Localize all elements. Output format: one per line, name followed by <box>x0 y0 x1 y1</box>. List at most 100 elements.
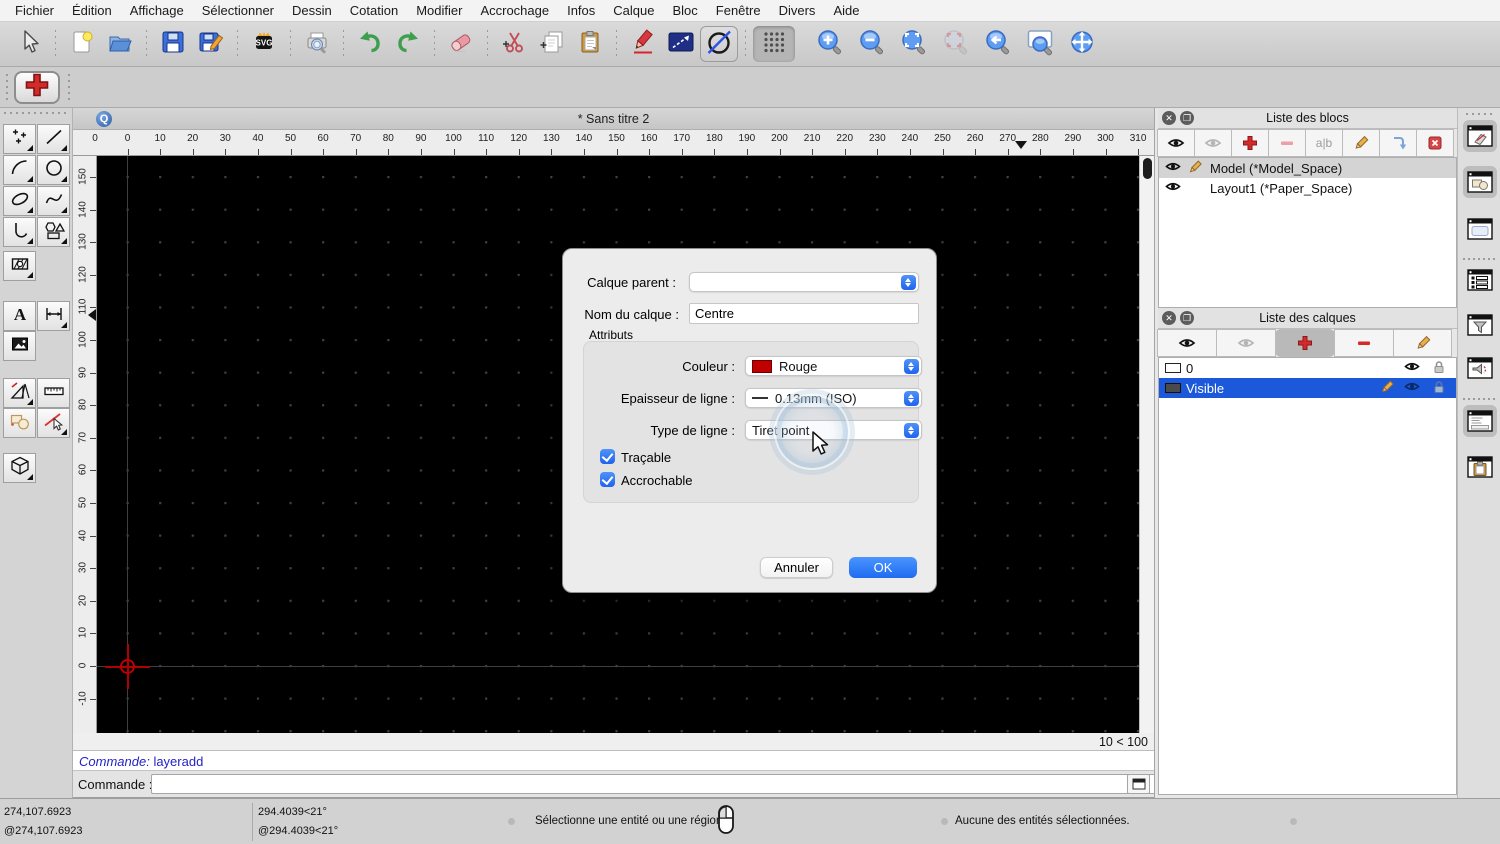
spline-tool-button[interactable] <box>37 186 70 216</box>
save-as-button[interactable] <box>192 26 230 62</box>
reference-panel-button[interactable] <box>1463 352 1497 384</box>
save-button[interactable] <box>154 26 192 62</box>
show-all-blocks-button[interactable] <box>1157 129 1195 157</box>
menu-item-cotation[interactable]: Cotation <box>341 3 407 18</box>
menu-item-edition[interactable]: Édition <box>63 3 121 18</box>
menu-item-infos[interactable]: Infos <box>558 3 604 18</box>
projection-tool-button[interactable] <box>3 378 36 408</box>
solid-tool-button[interactable] <box>3 453 36 483</box>
grid-toggle-button[interactable] <box>753 26 795 62</box>
visibility-eye-icon[interactable] <box>1165 160 1181 176</box>
undo-button[interactable] <box>351 26 389 62</box>
zoom-out-button[interactable] <box>851 26 893 62</box>
snappable-checkbox[interactable] <box>600 472 615 487</box>
layer-name-input[interactable] <box>689 303 919 324</box>
edit-layer-button[interactable] <box>1393 329 1452 357</box>
menu-item-dessin[interactable]: Dessin <box>283 3 341 18</box>
library-panel-button[interactable] <box>1463 213 1497 245</box>
hide-all-layers-button[interactable] <box>1216 329 1276 357</box>
visibility-eye-icon[interactable] <box>1404 380 1420 396</box>
menu-item-divers[interactable]: Divers <box>770 3 825 18</box>
menu-item-affichage[interactable]: Affichage <box>121 3 193 18</box>
block-row-model[interactable]: Model (*Model_Space) <box>1159 158 1456 178</box>
rename-block-button[interactable]: a|b <box>1305 129 1343 157</box>
canvas-vertical-scrollbar[interactable] <box>1139 156 1154 733</box>
block-list-panel-button[interactable] <box>1463 166 1497 198</box>
arc-tool-button[interactable] <box>3 155 36 185</box>
ok-button[interactable]: OK <box>849 557 917 578</box>
open-file-button[interactable] <box>101 26 139 62</box>
menu-item-selectionner[interactable]: Sélectionner <box>193 3 283 18</box>
menu-item-fenetre[interactable]: Fenêtre <box>707 3 770 18</box>
print-preview-button[interactable] <box>298 26 336 62</box>
erase-button[interactable] <box>442 26 480 62</box>
polyline-tool-button[interactable] <box>3 217 36 247</box>
zoom-selection-button[interactable] <box>935 26 977 62</box>
new-file-button[interactable] <box>63 26 101 62</box>
purge-block-button[interactable] <box>1416 129 1454 157</box>
menu-item-modifier[interactable]: Modifier <box>407 3 471 18</box>
pencil-draw-button[interactable] <box>624 26 662 62</box>
block-row-layout1[interactable]: Layout1 (*Paper_Space) <box>1159 178 1456 198</box>
add-layer-tool-indicator[interactable] <box>14 71 60 104</box>
blocks-tool-button[interactable] <box>3 408 36 438</box>
modify-tool-button[interactable] <box>37 408 70 438</box>
command-line-panel-button[interactable] <box>1463 405 1497 437</box>
lock-icon[interactable] <box>1432 380 1446 397</box>
clipboard-panel-button[interactable] <box>1463 451 1497 483</box>
zoom-auto-button[interactable] <box>893 26 935 62</box>
zoom-window-button[interactable] <box>1019 26 1061 62</box>
ellipse-tool-button[interactable] <box>3 186 36 216</box>
menu-item-calque[interactable]: Calque <box>604 3 663 18</box>
remove-block-button[interactable] <box>1268 129 1306 157</box>
line-tool-button[interactable] <box>37 124 70 154</box>
cancel-button[interactable]: Annuler <box>760 557 833 578</box>
edit-pencil-icon[interactable] <box>1380 379 1394 397</box>
selection-filter-panel-button[interactable] <box>1463 309 1497 341</box>
text-tool-button[interactable]: A <box>3 301 36 331</box>
remove-layer-button[interactable] <box>1334 329 1394 357</box>
select-cursor-button[interactable] <box>10 26 48 62</box>
menu-item-accrochage[interactable]: Accrochage <box>471 3 558 18</box>
insert-block-button[interactable] <box>1379 129 1417 157</box>
menu-item-bloc[interactable]: Bloc <box>663 3 706 18</box>
hatch-tool-button[interactable] <box>3 251 36 281</box>
pan-button[interactable] <box>1061 26 1103 62</box>
lock-icon[interactable] <box>1432 360 1446 377</box>
hide-all-blocks-button[interactable] <box>1194 129 1232 157</box>
command-window-toggle-button[interactable] <box>1127 774 1150 794</box>
redo-button[interactable] <box>389 26 427 62</box>
scrollbar-thumb[interactable] <box>1143 158 1152 179</box>
menu-item-aide[interactable]: Aide <box>824 3 868 18</box>
zoom-previous-button[interactable] <box>977 26 1019 62</box>
paste-button[interactable] <box>571 26 609 62</box>
draft-circle-button[interactable] <box>700 26 738 62</box>
measure-distance-button[interactable] <box>662 26 700 62</box>
show-all-layers-button[interactable] <box>1157 329 1217 357</box>
measure-tool-button[interactable] <box>37 378 70 408</box>
menu-item-fichier[interactable]: Fichier <box>6 3 63 18</box>
visibility-eye-icon[interactable] <box>1404 360 1420 376</box>
add-block-button[interactable] <box>1231 129 1269 157</box>
shapes-tool-button[interactable] <box>37 217 70 247</box>
points-tool-button[interactable] <box>3 124 36 154</box>
copy-button[interactable] <box>533 26 571 62</box>
parent-layer-dropdown[interactable] <box>689 272 919 292</box>
svg-export-button[interactable]: SVG <box>245 26 283 62</box>
visibility-eye-icon[interactable] <box>1165 180 1181 196</box>
color-dropdown[interactable]: Rouge <box>745 356 922 376</box>
edit-block-button[interactable] <box>1342 129 1380 157</box>
cut-button[interactable] <box>495 26 533 62</box>
property-editor-panel-button[interactable] <box>1463 264 1497 296</box>
layer-row-0[interactable]: 0 <box>1159 358 1456 378</box>
circle-tool-button[interactable] <box>37 155 70 185</box>
command-input[interactable] <box>151 774 1197 794</box>
layer-list-panel-button[interactable] <box>1463 120 1497 152</box>
plottable-checkbox[interactable] <box>600 449 615 464</box>
dimension-tool-button[interactable] <box>37 301 70 331</box>
layer-row-visible[interactable]: Visible <box>1159 378 1456 398</box>
add-layer-button[interactable] <box>1275 329 1335 357</box>
palette-handle[interactable] <box>4 112 66 114</box>
image-tool-button[interactable] <box>3 331 36 361</box>
zoom-in-button[interactable] <box>809 26 851 62</box>
